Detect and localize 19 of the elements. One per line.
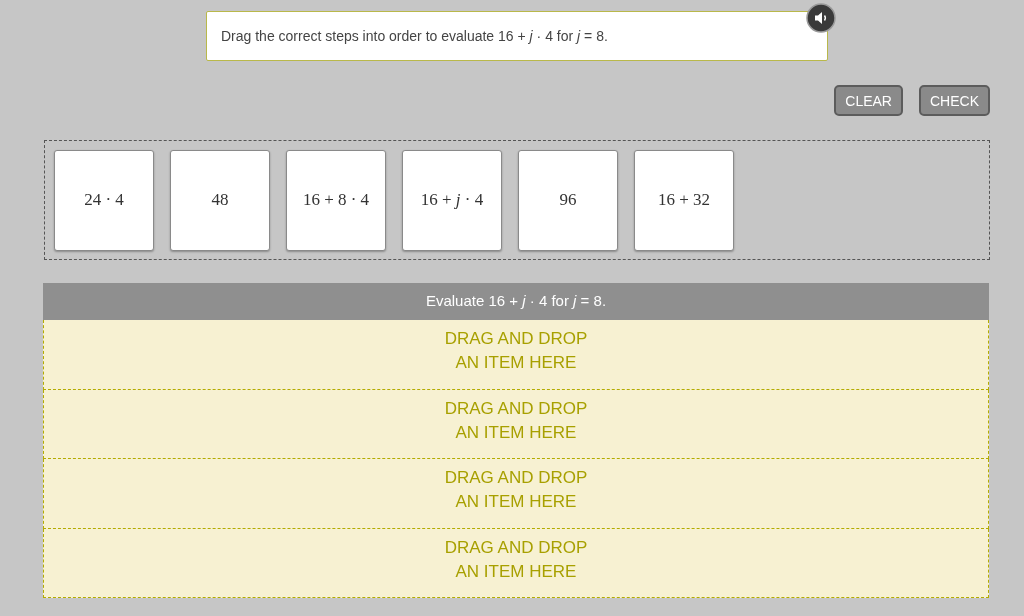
speaker-icon[interactable] <box>806 3 836 33</box>
step-card[interactable]: 48 <box>170 149 270 251</box>
card-expression: 48 <box>211 189 229 212</box>
step-card[interactable]: 24 · 4 <box>54 149 154 251</box>
step-card[interactable]: 16 + 8 · 4 <box>286 149 386 251</box>
step-card[interactable]: 96 <box>518 149 618 251</box>
card-expression: 16 + j · 4 <box>420 189 484 212</box>
header-text: Evaluate 16 + j · 4 for j = 8. <box>425 291 607 312</box>
card-expression: 24 · 4 <box>84 189 124 212</box>
drop-zone-text: DRAG AND DROP AN ITEM HERE <box>444 467 588 513</box>
card-expression: 16 + 32 <box>657 189 711 212</box>
prompt-text: Drag the correct steps into order to evaluate 16 + j · 4 for j = 8. <box>221 26 608 46</box>
drop-zone-text: DRAG AND DROP AN ITEM HERE <box>444 536 588 583</box>
card-expression: 96 <box>559 189 577 212</box>
drop-zone-text: DRAG AND DROP AN ITEM HERE <box>444 397 588 444</box>
step-card[interactable]: 16 + j · 4 <box>402 149 502 251</box>
card-expression: 16 + 8 · 4 <box>302 189 370 212</box>
drop-zone-text: DRAG AND DROP AN ITEM HERE <box>444 328 588 374</box>
step-card[interactable]: 16 + 32 <box>634 149 734 251</box>
